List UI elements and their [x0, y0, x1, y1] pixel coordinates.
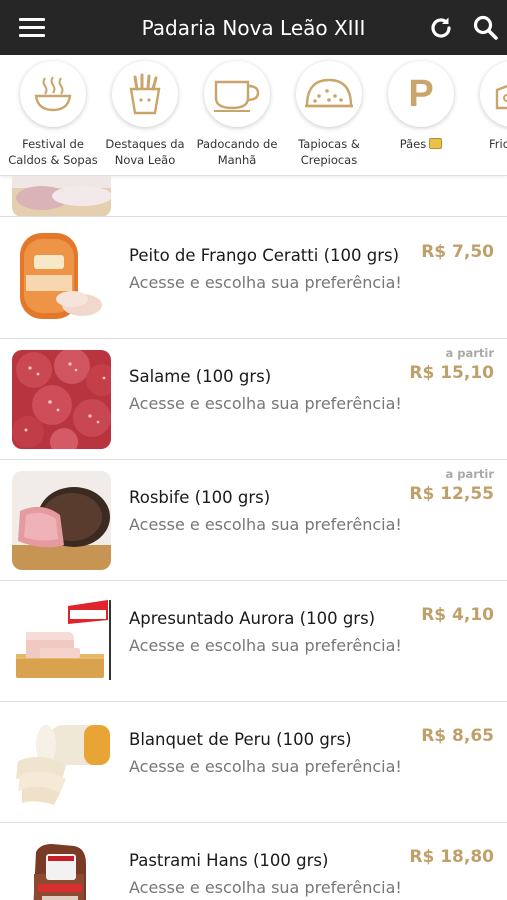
price-prefix: a partir [445, 467, 494, 481]
product-image [12, 592, 111, 691]
price-prefix: a partir [445, 346, 494, 360]
product-image [12, 176, 111, 216]
category-highlights[interactable]: Destaques da Nova Leão [99, 55, 191, 175]
category-breads[interactable]: P Pães [375, 55, 467, 175]
category-strip: Festival de Caldos & Sopas Destaques da … [0, 55, 507, 176]
search-icon[interactable] [472, 14, 500, 42]
product-name: Rosbife (100 grs) [129, 488, 271, 507]
category-tapiocas[interactable]: Tapiocas & Crepiocas [283, 55, 375, 175]
product-price: R$ 8,65 [421, 726, 494, 746]
list-item[interactable]: Pastrami Hans (100 grs) Acesse e escolha… [0, 823, 507, 900]
product-description: Acesse e escolha sua preferência! [129, 515, 402, 534]
category-label: Tapiocas & Crepiocas [298, 137, 360, 167]
soup-bowl-icon [20, 61, 86, 127]
product-name: Pastrami Hans (100 grs) [129, 851, 329, 870]
product-name: Peito de Frango Ceratti (100 grs) [129, 246, 400, 265]
list-item[interactable]: Salame (100 grs) Acesse e escolha sua pr… [0, 339, 507, 460]
category-morning[interactable]: Padocando de Manhã [191, 55, 283, 175]
category-label-text: Pães [399, 137, 427, 151]
category-label: Destaques da Nova Leão [105, 137, 185, 167]
hamburger-menu-icon[interactable] [19, 16, 47, 38]
category-label: Pães [375, 136, 467, 152]
tapioca-icon [296, 61, 362, 127]
category-cold-cuts[interactable]: Frios [467, 55, 507, 175]
product-description: Acesse e escolha sua preferência! [129, 273, 402, 292]
cheese-icon [480, 61, 507, 127]
product-name: Blanquet de Peru (100 grs) [129, 730, 352, 749]
product-image [12, 471, 111, 570]
product-price: R$ 15,10 [409, 363, 494, 383]
app-title: Padaria Nova Leão XIII [141, 16, 366, 40]
letter-p-icon: P [388, 61, 454, 127]
category-label: Padocando de Manhã [196, 137, 278, 167]
product-name: Salame (100 grs) [129, 367, 272, 386]
category-label: Festival de Caldos & Sopas [8, 137, 98, 167]
app-header: Padaria Nova Leão XIII [0, 0, 507, 55]
list-item[interactable]: Apresuntado Aurora (100 grs) Acesse e es… [0, 581, 507, 702]
fries-icon [112, 61, 178, 127]
product-price: R$ 12,55 [409, 484, 494, 504]
coffee-cup-icon [204, 61, 270, 127]
new-badge-icon [429, 138, 443, 149]
product-price: R$ 7,50 [421, 242, 494, 262]
product-image [12, 229, 111, 328]
product-image [12, 713, 111, 812]
product-price: R$ 18,80 [409, 847, 494, 867]
product-price: R$ 4,10 [421, 605, 494, 625]
refresh-icon[interactable] [427, 14, 455, 42]
product-description: Acesse e escolha sua preferência! [129, 636, 402, 655]
category-label: Frios [489, 137, 507, 151]
product-image [12, 350, 111, 449]
product-description: Acesse e escolha sua preferência! [129, 394, 402, 413]
category-letter: P [408, 72, 434, 115]
list-item-partial[interactable] [0, 176, 507, 217]
product-name: Apresuntado Aurora (100 grs) [129, 609, 376, 628]
list-item[interactable]: Blanquet de Peru (100 grs) Acesse e esco… [0, 702, 507, 823]
product-description: Acesse e escolha sua preferência! [129, 757, 402, 776]
product-image [12, 834, 111, 900]
list-item[interactable]: Peito de Frango Ceratti (100 grs) Acesse… [0, 218, 507, 339]
product-description: Acesse e escolha sua preferência! [129, 878, 402, 897]
list-item[interactable]: Rosbife (100 grs) Acesse e escolha sua p… [0, 460, 507, 581]
category-soups[interactable]: Festival de Caldos & Sopas [7, 55, 99, 175]
